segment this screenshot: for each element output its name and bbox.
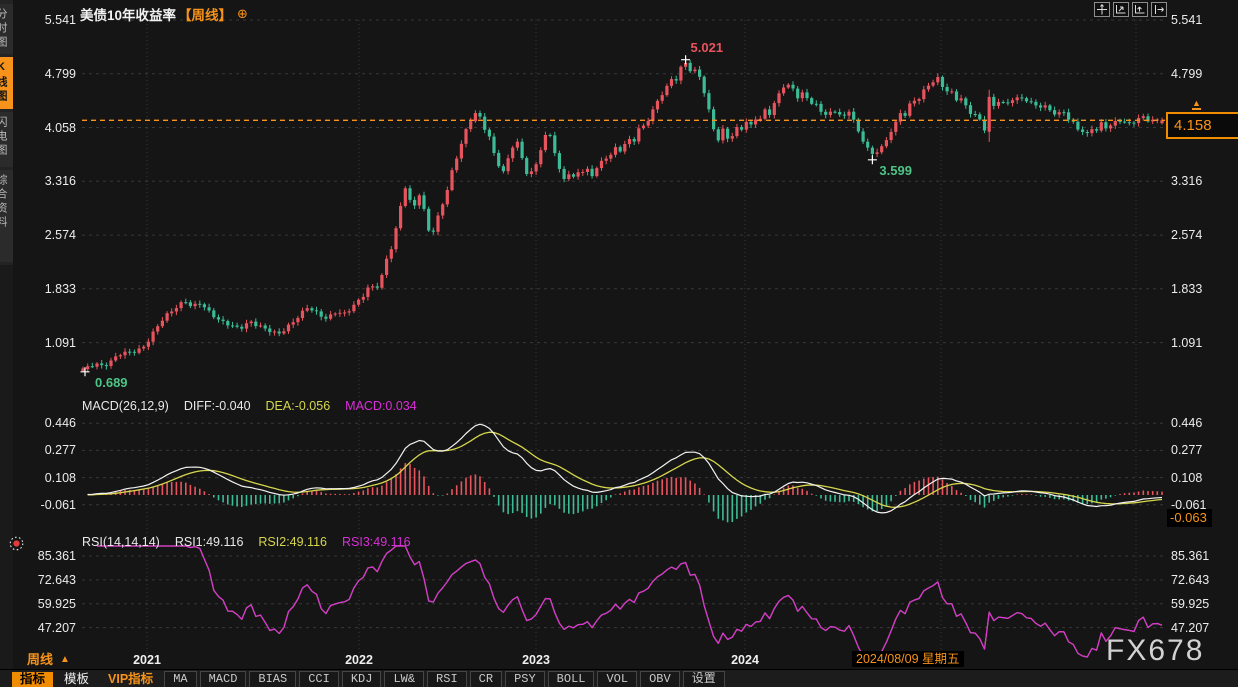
start-low-annotation: 0.689 (95, 375, 128, 390)
toolbar-tab-obv[interactable]: OBV (640, 671, 680, 687)
main-axis-label-right: 4.799 (1171, 67, 1202, 81)
sidebar-tab-2[interactable]: K线图 (0, 57, 13, 109)
sidebar-tab-label: 分时图 (0, 4, 7, 50)
pane-right-icon[interactable] (1151, 2, 1167, 17)
last-price-value: 4.158 (1174, 117, 1212, 134)
toolbar-tab-bias[interactable]: BIAS (249, 671, 296, 687)
macd-dea-line (88, 432, 1162, 507)
period-tag: 【周线】 (178, 4, 232, 24)
main-axis-label-right: 3.316 (1171, 174, 1202, 188)
sidebar-tab-label: K线图 (0, 57, 7, 104)
macd-macd-value: MACD:0.034 (345, 399, 417, 413)
sidebar-tab-label: 综合资料 (0, 170, 7, 230)
rsi-axis-label-right: 85.361 (1171, 549, 1209, 563)
rsi-axis-label-right: 59.925 (1171, 597, 1209, 611)
main-axis-label-right: 5.541 (1171, 13, 1202, 27)
indicator-toolbar: 指标模板VIP指标MAMACDBIASCCIKDJLW&RSICRPSYBOLL… (0, 669, 1238, 687)
year-label-2022: 2022 (345, 652, 373, 668)
sidebar-tab-4[interactable]: 综合资料 (0, 170, 13, 262)
main-axis-label-right: 2.574 (1171, 228, 1202, 242)
toolbar-tab-boll[interactable]: BOLL (548, 671, 595, 687)
rsi-line (97, 546, 1162, 657)
axis-scale-y-icon[interactable] (1113, 2, 1129, 17)
toolbar-tab-macd[interactable]: MACD (200, 671, 247, 687)
chart-tools (1094, 2, 1167, 17)
extreme-cross-markers (81, 55, 877, 376)
sidebar-tab-label: 闪电图 (0, 112, 7, 158)
toolbar-tab-cr[interactable]: CR (470, 671, 502, 687)
toolbar-tab-[interactable]: 设置 (683, 671, 725, 687)
rsi-header[interactable]: RSI(14,14,14) RSI1:49.116 RSI2:49.116 RS… (82, 535, 411, 549)
rsi2-line (97, 546, 1162, 657)
sidebar-tab-3[interactable]: 闪电图 (0, 112, 13, 167)
macd-params-label: MACD(26,12,9) (82, 399, 169, 413)
chart-app: 5.5415.5414.7994.7994.0584.0583.3163.316… (0, 0, 1238, 687)
toolbar-tab-kdj[interactable]: KDJ (342, 671, 382, 687)
sidebar-tab-1[interactable]: 分时图 (0, 4, 13, 54)
high-price-annotation: 5.021 (691, 40, 724, 55)
sidebar-lower-fill (0, 265, 13, 669)
toolbar-tab-rsi[interactable]: RSI (427, 671, 467, 687)
period-selector[interactable]: 周线 ▲ (27, 652, 70, 668)
crosshair-tool-icon[interactable] (1094, 2, 1110, 17)
macd-diff-line (88, 424, 1162, 513)
macd-header[interactable]: MACD(26,12,9) DIFF:-0.040 DEA:-0.056 MAC… (82, 399, 417, 413)
rsi-axis-label-right: 47.207 (1171, 621, 1209, 635)
rsi-params-label: RSI(14,14,14) (82, 535, 160, 549)
year-label-2023: 2023 (522, 652, 550, 668)
macd-diff-value: DIFF:-0.040 (184, 399, 251, 413)
macd-axis-label-right: 0.277 (1171, 443, 1202, 457)
rsi1-value: RSI1:49.116 (175, 535, 244, 549)
sidebar: 分时图 K线图闪电图综合资料 (0, 0, 13, 669)
toolbar-tab-vip[interactable]: VIP指标 (100, 672, 161, 687)
year-label-2024: 2024 (731, 652, 759, 668)
add-compare-icon[interactable]: ⊕ (237, 6, 248, 22)
triangle-up-icon: ▲ (60, 652, 70, 668)
chart-canvas[interactable] (0, 0, 1238, 687)
candlestick-series (81, 58, 1163, 372)
axis-pan-icon[interactable] (1132, 2, 1148, 17)
macd-last-value-badge: -0.063 (1167, 509, 1212, 527)
last-price-badge: 4.158 (1166, 112, 1238, 139)
rsi2-value: RSI2:49.116 (258, 535, 327, 549)
toolbar-tab-vol[interactable]: VOL (597, 671, 637, 687)
year-label-2021: 2021 (133, 652, 161, 668)
toolbar-tab-psy[interactable]: PSY (505, 671, 545, 687)
macd-dea-value: DEA:-0.056 (266, 399, 331, 413)
date-badge: 2024/08/09 星期五 (852, 651, 964, 667)
fx678-watermark: FX678 (1106, 634, 1204, 668)
toolbar-tab-lw[interactable]: LW& (384, 671, 424, 687)
page-title: 美债10年收益率 (80, 4, 176, 24)
toolbar-tab-cci[interactable]: CCI (299, 671, 339, 687)
toolbar-tab-[interactable]: 模板 (56, 672, 97, 687)
main-axis-label-right: 1.091 (1171, 336, 1202, 350)
toolbar-tab-ma[interactable]: MA (164, 671, 196, 687)
toolbar-tab-[interactable]: 指标 (12, 672, 53, 687)
macd-axis-label-right: 0.446 (1171, 416, 1202, 430)
rsi-axis-label-right: 72.643 (1171, 573, 1209, 587)
rsi3-value: RSI3:49.116 (342, 535, 411, 549)
low-price-annotation: 3.599 (879, 163, 912, 178)
main-axis-label-right: 1.833 (1171, 282, 1202, 296)
live-alert-icon[interactable] (8, 535, 25, 552)
macd-axis-label-right: 0.108 (1171, 471, 1202, 485)
period-selector-label: 周线 (27, 652, 53, 668)
chart-title-row: 美债10年收益率 【周线】 ⊕ (80, 4, 248, 24)
price-up-arrow-icon: ▲ (1192, 99, 1201, 110)
